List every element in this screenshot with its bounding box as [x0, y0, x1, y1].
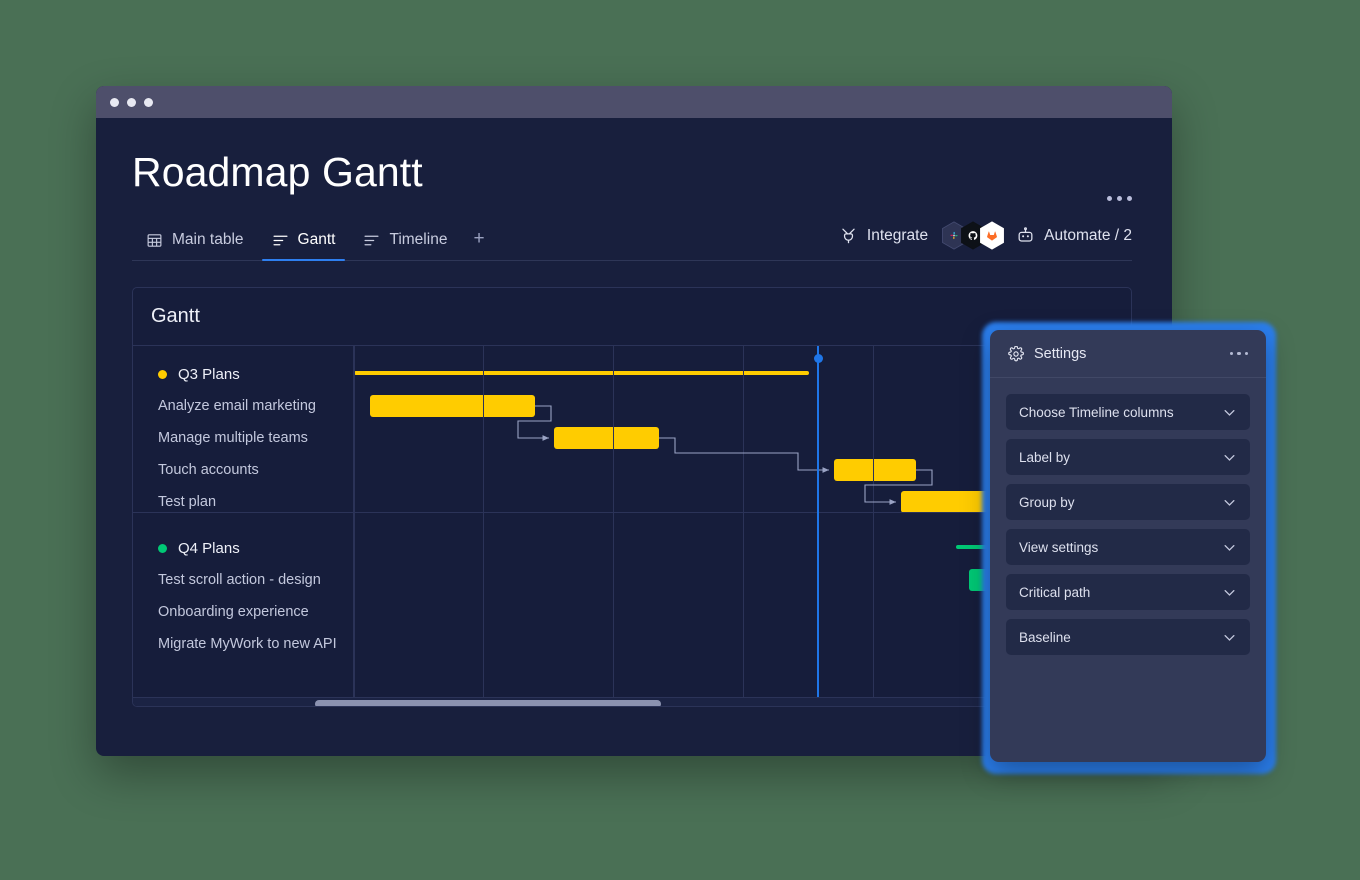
settings-options-list: Choose Timeline columns Label by Group by V… — [990, 378, 1266, 671]
table-icon — [147, 233, 162, 247]
tab-gantt[interactable]: Gantt — [258, 231, 350, 261]
add-view-button[interactable]: + — [461, 229, 496, 260]
today-marker-dot[interactable] — [813, 354, 823, 363]
settings-row-view-settings[interactable]: View settings — [1006, 529, 1250, 565]
group-color-dot — [158, 369, 167, 379]
integrate-icon — [842, 228, 855, 244]
dependency-arrow — [659, 437, 829, 473]
integration-avatars[interactable] — [941, 221, 1005, 250]
gantt-row-label[interactable]: Migrate MyWork to new API — [133, 628, 354, 660]
settings-row-group-by[interactable]: Group by — [1006, 484, 1250, 520]
group-name: Q3 Plans — [178, 365, 240, 383]
window-titlebar — [96, 86, 1172, 118]
settings-row-choose-timeline-columns[interactable]: Choose Timeline columns — [1006, 394, 1250, 430]
tab-timeline[interactable]: Timeline — [349, 231, 461, 260]
gear-icon — [1008, 345, 1024, 361]
today-marker-line — [817, 346, 819, 706]
settings-title: Settings — [1034, 345, 1087, 362]
chevron-down-icon — [1224, 499, 1235, 506]
chevron-down-icon — [1224, 634, 1235, 641]
settings-row-label-by[interactable]: Label by — [1006, 439, 1250, 475]
board-more-button[interactable] — [1107, 196, 1132, 201]
minimize-icon[interactable] — [127, 97, 136, 107]
scrollbar-thumb[interactable] — [315, 700, 661, 706]
automate-label: Automate / 2 — [1044, 226, 1132, 244]
settings-header: Settings — [990, 330, 1266, 378]
view-tabs-bar: Main table Gantt Timeline + Integrate Au… — [132, 219, 1132, 261]
automate-robot-icon — [1018, 227, 1033, 242]
settings-panel: Settings Choose Timeline columns Label by… — [990, 330, 1266, 762]
kebab-dot — [1229, 351, 1233, 356]
gitlab-icon[interactable] — [979, 221, 1005, 250]
kebab-dot — [1244, 351, 1248, 356]
settings-row-label: Choose Timeline columns — [1019, 404, 1174, 420]
settings-row-label: Baseline — [1019, 629, 1071, 645]
tab-label: Gantt — [297, 231, 336, 248]
group-name: Q4 Plans — [178, 539, 240, 557]
screenshot-root: Roadmap Gantt Main table Gantt Timeline … — [0, 0, 1360, 880]
timeline-icon — [364, 235, 379, 245]
close-icon[interactable] — [110, 97, 119, 107]
view-tabs: Main table Gantt Timeline + — [132, 229, 497, 261]
page-title: Roadmap Gantt — [132, 149, 423, 195]
chevron-down-icon — [1224, 454, 1235, 461]
settings-row-label: Label by — [1019, 449, 1071, 465]
settings-row-label: Critical path — [1019, 584, 1091, 600]
settings-row-critical-path[interactable]: Critical path — [1006, 574, 1250, 610]
gantt-group-separator — [133, 512, 353, 513]
dependency-arrow — [864, 469, 933, 505]
gantt-row-label[interactable]: Test plan — [133, 486, 354, 518]
gantt-row-label[interactable]: Manage multiple teams — [133, 422, 354, 454]
automate-button[interactable]: Automate / 2 — [1016, 226, 1132, 245]
integrate-label: Integrate — [866, 226, 929, 244]
gantt-row-labels: Q3 Plans Analyze email marketing Manage mu… — [133, 346, 354, 706]
group-color-dot — [158, 543, 167, 553]
kebab-dot — [1127, 196, 1132, 201]
settings-row-baseline[interactable]: Baseline — [1006, 619, 1250, 655]
tab-label: Main table — [172, 231, 244, 248]
integrate-button[interactable]: Integrate — [839, 226, 928, 245]
kebab-dot — [1107, 196, 1112, 201]
settings-more-button[interactable] — [1229, 351, 1248, 356]
settings-row-label: Group by — [1019, 494, 1075, 510]
dependency-arrow — [517, 405, 552, 441]
gantt-row-label[interactable]: Onboarding experience — [133, 596, 354, 628]
tab-label: Timeline — [389, 231, 448, 248]
gantt-row-label[interactable]: Analyze email marketing — [133, 390, 354, 422]
chevron-down-icon — [1224, 544, 1235, 551]
gantt-row-label[interactable]: Touch accounts — [133, 454, 354, 486]
settings-row-label: View settings — [1019, 539, 1099, 555]
gantt-row-label[interactable]: Test scroll action - design — [133, 564, 354, 596]
kebab-dot — [1117, 196, 1122, 201]
kebab-dot — [1237, 351, 1241, 356]
gantt-group-header[interactable]: Q4 Plans — [133, 532, 354, 564]
gantt-group-header[interactable]: Q3 Plans — [133, 358, 354, 390]
tab-main-table[interactable]: Main table — [132, 231, 258, 260]
chevron-down-icon — [1224, 409, 1235, 416]
board-toolbar: Integrate Automate / 2 — [839, 221, 1132, 260]
maximize-icon[interactable] — [144, 97, 153, 107]
chevron-down-icon — [1224, 589, 1235, 596]
gantt-icon — [273, 235, 288, 245]
